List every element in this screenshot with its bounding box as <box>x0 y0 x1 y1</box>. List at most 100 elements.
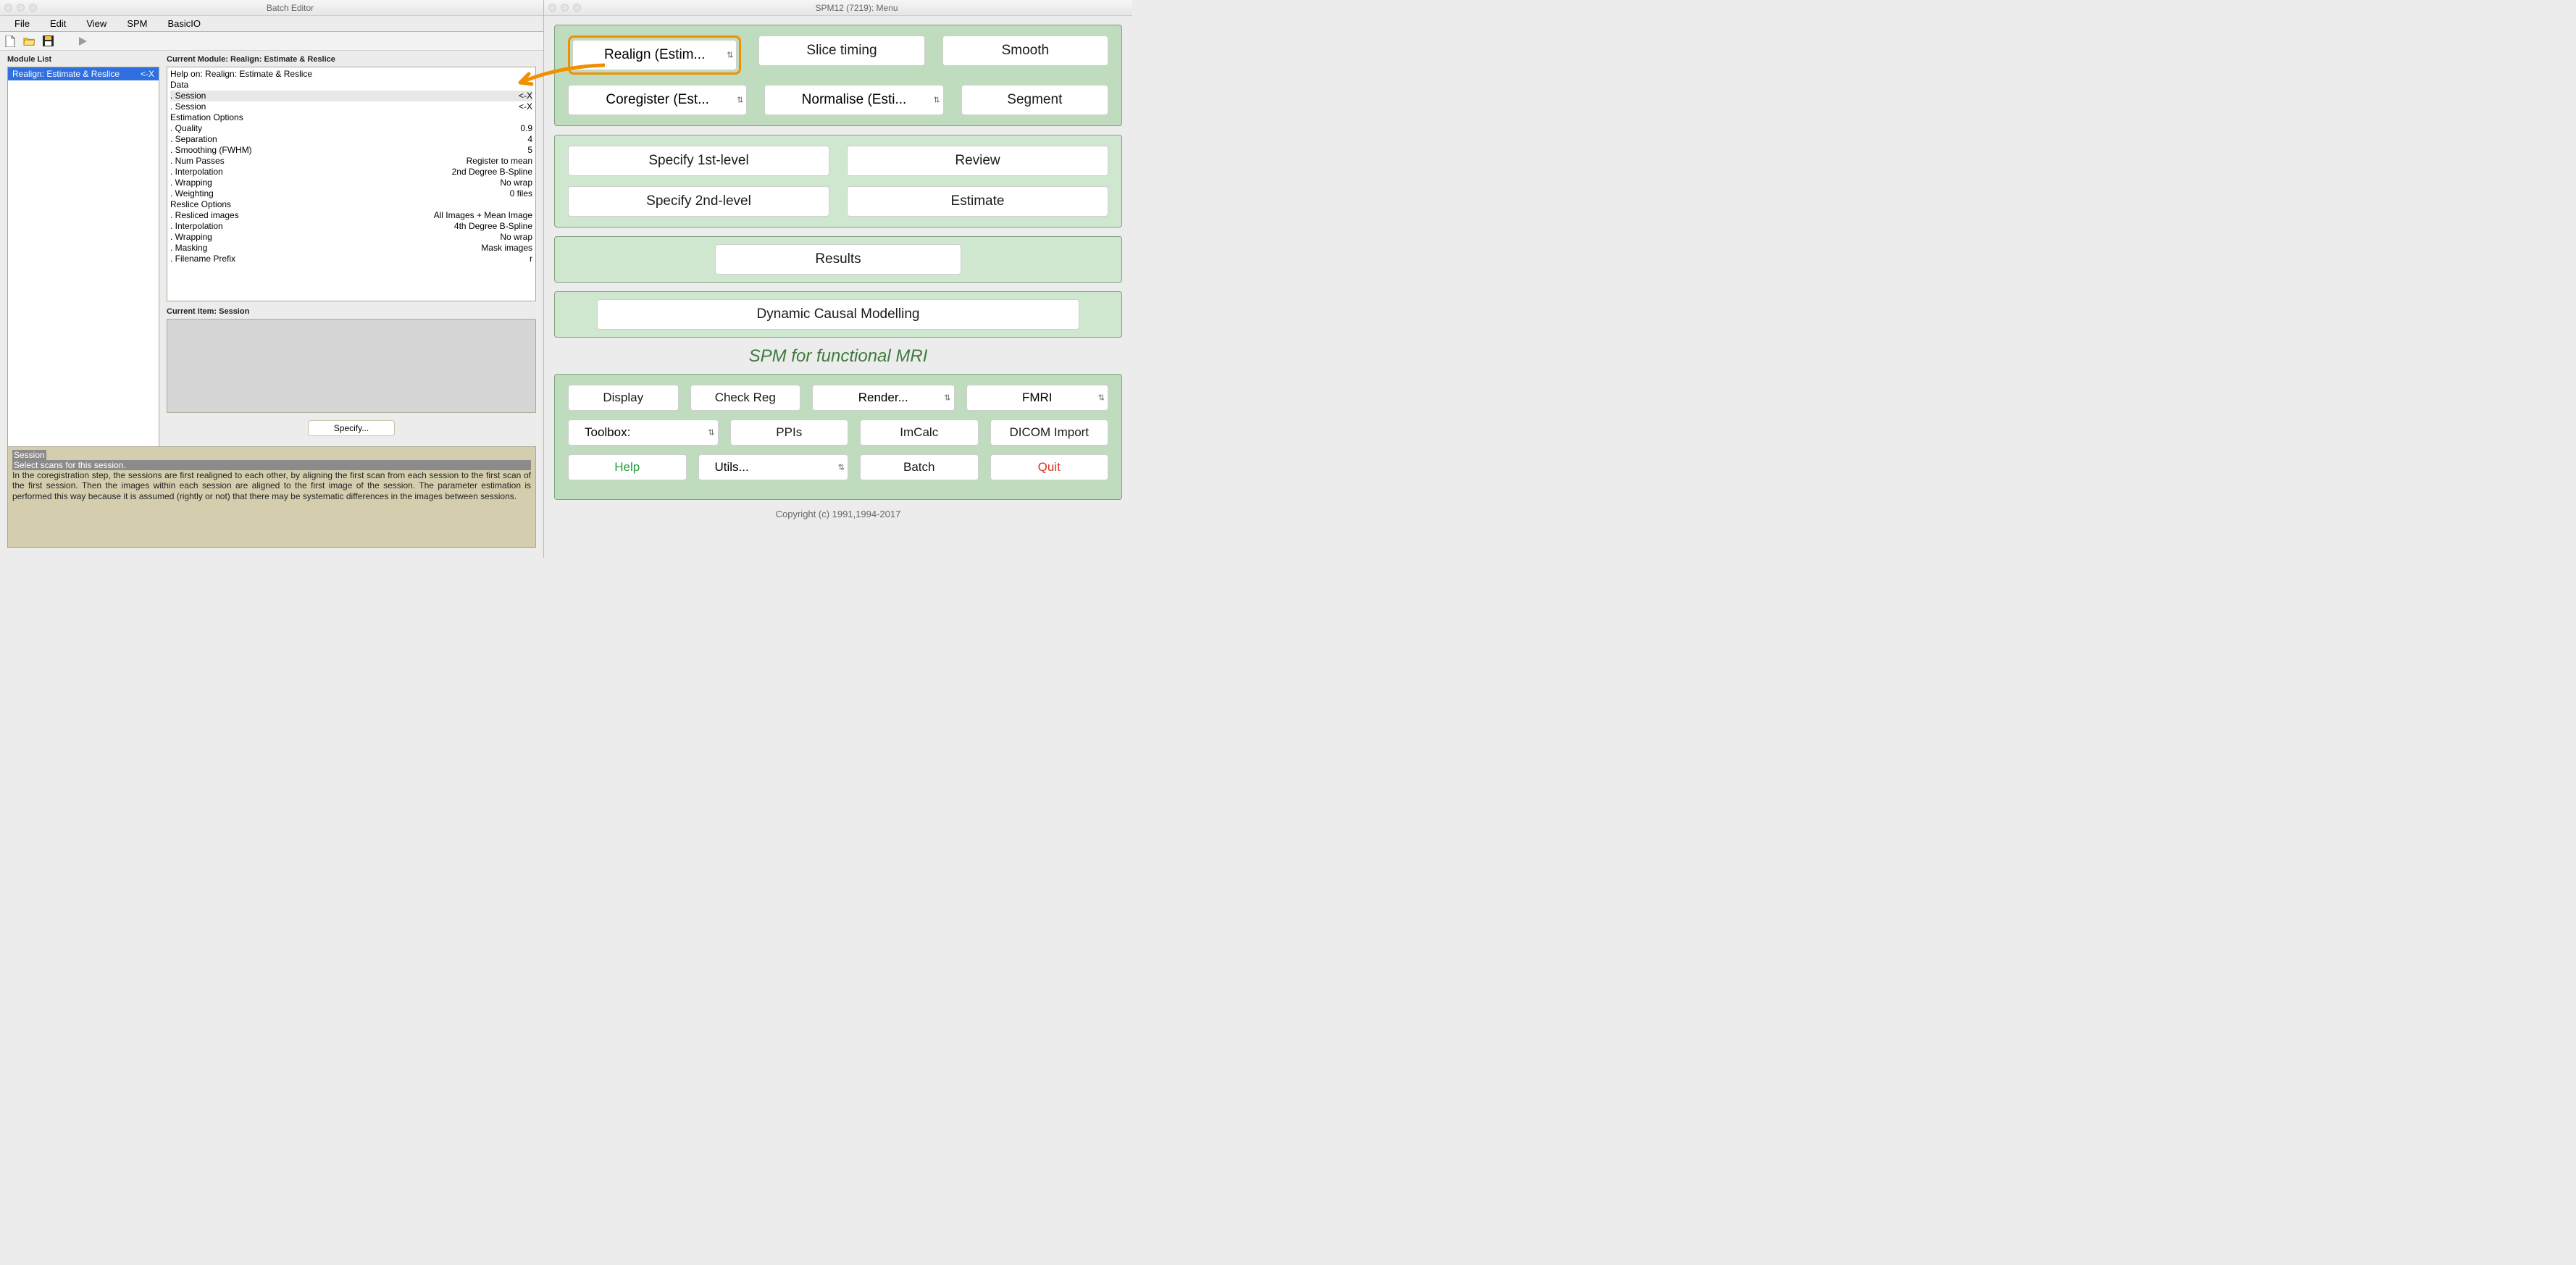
help-button[interactable]: Help <box>568 454 687 480</box>
row-label: . Wrapping <box>170 232 212 243</box>
normalise-dropdown[interactable]: Normalise (Esti... <box>764 85 943 115</box>
ppis-button[interactable]: PPIs <box>730 419 849 446</box>
toolbox-label: Toolbox: <box>585 425 702 440</box>
module-name: Realign: Estimate & Reslice <box>12 69 120 79</box>
menu-view[interactable]: View <box>76 17 117 30</box>
row-value: Mask images <box>481 243 532 254</box>
dcm-label: Dynamic Causal Modelling <box>757 306 920 322</box>
module-detail-row[interactable]: . Resliced imagesAll Images + Mean Image <box>170 210 532 221</box>
menu-basicio[interactable]: BasicIO <box>157 17 211 30</box>
batch-button[interactable]: Batch <box>860 454 979 480</box>
module-detail-row[interactable]: . Smoothing (FWHM)5 <box>170 145 532 156</box>
module-detail-row[interactable]: . Filename Prefix r <box>170 254 532 264</box>
window-controls <box>548 4 581 12</box>
fmri-dropdown[interactable]: FMRI <box>966 385 1109 411</box>
slice-timing-label: Slice timing <box>806 43 877 59</box>
batch-editor-window: Batch Editor File Edit View SPM BasicIO … <box>0 0 544 558</box>
toolbox-dropdown[interactable]: Toolbox: <box>568 419 719 446</box>
render-dropdown[interactable]: Render... <box>812 385 955 411</box>
utils-dropdown[interactable]: Utils... <box>698 454 849 480</box>
module-list[interactable]: Realign: Estimate & Reslice <-X <box>7 67 159 451</box>
current-item-area[interactable] <box>167 319 536 413</box>
module-detail-row[interactable]: Reslice Options <box>170 199 532 210</box>
row-label: . Filename Prefix <box>170 254 235 264</box>
estimate-label: Estimate <box>951 193 1005 209</box>
close-window-icon[interactable] <box>548 4 556 12</box>
batch-body: Module List Realign: Estimate & Reslice … <box>0 51 543 451</box>
review-button[interactable]: Review <box>847 146 1108 176</box>
ppis-label: PPIs <box>776 425 802 440</box>
quit-button[interactable]: Quit <box>990 454 1109 480</box>
run-icon[interactable] <box>77 36 88 47</box>
dcm-button[interactable]: Dynamic Causal Modelling <box>597 299 1079 330</box>
specify-button-label: Specify... <box>334 423 369 433</box>
module-detail-row[interactable]: Estimation Options <box>170 112 532 123</box>
segment-button[interactable]: Segment <box>961 85 1108 115</box>
module-detail-row[interactable]: Data <box>170 80 532 91</box>
realign-highlight: Realign (Estim... <box>568 36 741 75</box>
module-detail-row[interactable]: . Weighting0 files <box>170 188 532 199</box>
module-detail-row[interactable]: . Interpolation4th Degree B-Spline <box>170 221 532 232</box>
module-detail-row[interactable]: . Wrapping No wrap <box>170 232 532 243</box>
imcalc-button[interactable]: ImCalc <box>860 419 979 446</box>
module-detail-row[interactable]: . Quality0.9 <box>170 123 532 134</box>
module-detail-row[interactable]: . WrappingNo wrap <box>170 178 532 188</box>
close-window-icon[interactable] <box>4 4 12 12</box>
batch-window-title: Batch Editor <box>37 3 543 13</box>
zoom-window-icon[interactable] <box>29 4 37 12</box>
help-body-text: In the coregistration step, the sessions… <box>12 470 531 501</box>
module-detail-row[interactable]: . Session<-X <box>170 101 532 112</box>
menu-edit[interactable]: Edit <box>40 17 76 30</box>
copyright-text: Copyright (c) 1991,1994-2017 <box>554 509 1122 519</box>
row-value: r <box>530 254 532 264</box>
module-list-label: Module List <box>7 55 159 64</box>
current-module-column: Current Module: Realign: Estimate & Resl… <box>167 55 536 451</box>
help-panel: Session Select scans for this session. I… <box>7 446 536 548</box>
module-detail-row[interactable]: Help on: Realign: Estimate & Reslice <box>170 69 532 80</box>
row-value: <-X <box>519 91 532 101</box>
minimize-window-icon[interactable] <box>561 4 569 12</box>
row-label: Reslice Options <box>170 199 231 210</box>
checkreg-label: Check Reg <box>715 391 776 405</box>
zoom-window-icon[interactable] <box>573 4 581 12</box>
estimate-button[interactable]: Estimate <box>847 186 1108 217</box>
render-label: Render... <box>829 391 938 405</box>
checkreg-button[interactable]: Check Reg <box>690 385 801 411</box>
realign-dropdown[interactable]: Realign (Estim... <box>572 40 737 70</box>
current-item-label: Current Item: Session <box>167 307 536 316</box>
slice-timing-button[interactable]: Slice timing <box>758 36 924 66</box>
row-value: No wrap <box>500 232 532 243</box>
spm-body: Realign (Estim... Slice timing Smooth Co… <box>544 16 1132 519</box>
spm-window-title: SPM12 (7219): Menu <box>581 3 1132 13</box>
specify-2nd-level-label: Specify 2nd-level <box>646 193 751 209</box>
module-detail-row[interactable]: . MaskingMask images <box>170 243 532 254</box>
specify-2nd-level-button[interactable]: Specify 2nd-level <box>568 186 829 217</box>
module-detail-row[interactable]: . Interpolation2nd Degree B-Spline <box>170 167 532 178</box>
open-folder-icon[interactable] <box>23 36 35 47</box>
new-file-icon[interactable] <box>4 36 16 47</box>
specify-button[interactable]: Specify... <box>308 420 395 436</box>
current-module-label: Current Module: Realign: Estimate & Resl… <box>167 55 536 64</box>
minimize-window-icon[interactable] <box>17 4 25 12</box>
module-detail-list[interactable]: Help on: Realign: Estimate & ResliceData… <box>167 67 536 301</box>
save-icon[interactable] <box>42 36 54 47</box>
specify-1st-level-button[interactable]: Specify 1st-level <box>568 146 829 176</box>
row-value: 0 files <box>510 188 532 199</box>
menu-spm[interactable]: SPM <box>117 17 157 30</box>
module-detail-row[interactable]: . Num PassesRegister to mean <box>170 156 532 167</box>
smooth-button[interactable]: Smooth <box>942 36 1108 66</box>
module-detail-row[interactable]: . Separation4 <box>170 134 532 145</box>
realign-label: Realign (Estim... <box>589 47 720 63</box>
results-button[interactable]: Results <box>715 244 961 275</box>
window-controls <box>4 4 37 12</box>
coregister-dropdown[interactable]: Coregister (Est... <box>568 85 747 115</box>
dicom-import-button[interactable]: DICOM Import <box>990 419 1109 446</box>
row-value: No wrap <box>500 178 532 188</box>
module-list-item-selected[interactable]: Realign: Estimate & Reslice <-X <box>8 67 159 80</box>
display-button[interactable]: Display <box>568 385 679 411</box>
menu-file[interactable]: File <box>4 17 40 30</box>
utils-label: Utils... <box>715 460 832 475</box>
row-label: Data <box>170 80 188 91</box>
module-detail-row[interactable]: . Session<-X <box>170 91 532 101</box>
results-panel: Results <box>554 236 1122 283</box>
